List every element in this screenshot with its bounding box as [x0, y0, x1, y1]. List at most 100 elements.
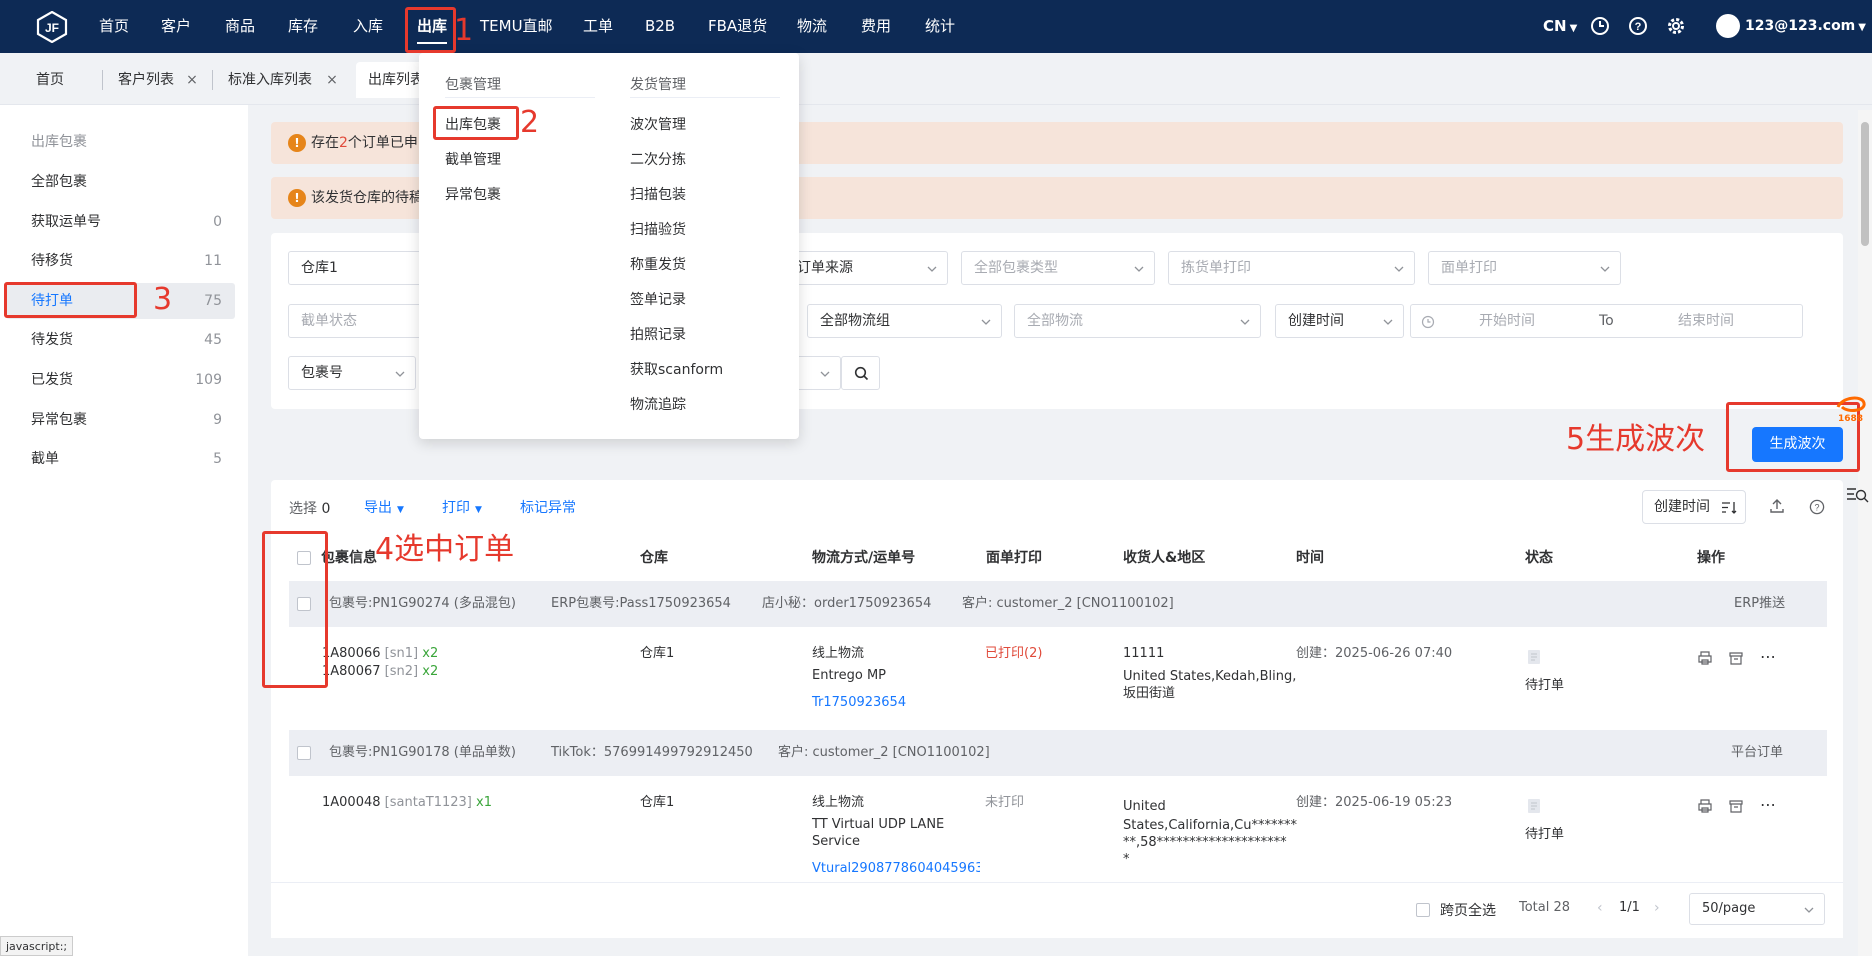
time-type-select[interactable]: 创建时间 [1275, 304, 1404, 338]
print-icon[interactable] [1697, 650, 1713, 666]
package-type-select[interactable]: 全部包裹类型 [961, 251, 1155, 285]
menu-item-sign-records[interactable]: 签单记录 [630, 290, 686, 310]
column-settings-icon[interactable] [1846, 486, 1870, 504]
menu-item-tracking[interactable]: 物流追踪 [630, 395, 686, 415]
tab-close-icon[interactable]: × [185, 73, 199, 87]
menu-item-intercept-management[interactable]: 截单管理 [445, 150, 501, 170]
sidebar-item-abnormal[interactable]: 异常包裹 [31, 405, 87, 435]
help-icon[interactable]: ? [1628, 16, 1648, 36]
receiver-name: 11111 [1123, 646, 1165, 661]
logistics-group-select[interactable]: 全部物流组 [807, 304, 1002, 338]
search-field-value: 包裹号 [301, 365, 343, 381]
sidebar-title: 出库包裹 [31, 134, 87, 150]
menu-item-scan-pack[interactable]: 扫描包装 [630, 185, 686, 205]
user-menu[interactable]: 123@123.com ▼ [1745, 0, 1866, 53]
order-source-value: 订单来源 [797, 260, 853, 276]
next-page-icon[interactable]: › [1654, 900, 1660, 916]
menu-item-secondary-sorting[interactable]: 二次分拣 [630, 150, 686, 170]
tab-home[interactable]: 首页 [24, 62, 102, 98]
alert-text-suffix: 个订单已申 [347, 135, 418, 151]
search-button[interactable] [841, 356, 880, 390]
nav-inventory[interactable]: 库存 [287, 0, 319, 53]
nav-fba-return[interactable]: FBA退货 [708, 0, 767, 53]
nav-product[interactable]: 商品 [224, 0, 256, 53]
selected-count: 选择 0 [289, 498, 330, 518]
jf-logo-icon[interactable]: JF [36, 11, 68, 43]
menu-item-scan-inspect[interactable]: 扫描验货 [630, 220, 686, 240]
sidebar-item-get-tracking[interactable]: 获取运单号 [31, 207, 101, 237]
shop-order-number: 店小秘：order1750923654 [762, 596, 932, 611]
header-time: 时间 [1296, 550, 1324, 566]
upload-icon[interactable] [1768, 497, 1786, 515]
sort-select[interactable]: 创建时间 [1642, 490, 1746, 524]
tracking-number-link[interactable]: Tr1750923654 [812, 694, 906, 712]
gear-icon[interactable] [1666, 16, 1686, 36]
warehouse-select-value: 仓库1 [301, 260, 338, 276]
menu-item-abnormal-package[interactable]: 异常包裹 [445, 185, 501, 205]
nav-temu[interactable]: TEMU直邮 [480, 0, 553, 53]
nav-statistics[interactable]: 统计 [924, 0, 956, 53]
warehouse-select[interactable]: 仓库1 [288, 251, 428, 285]
tab-outbound-list[interactable]: 出库列表 [356, 62, 426, 98]
nav-logistics[interactable]: 物流 [796, 0, 828, 53]
more-icon[interactable]: ⋯ [1760, 649, 1776, 666]
intercept-status-select[interactable]: 截单状态 [288, 304, 428, 338]
archive-icon[interactable] [1728, 650, 1744, 666]
cross-page-select-label[interactable]: 跨页全选 [1440, 900, 1496, 920]
sidebar-item-shipped[interactable]: 已发货 [31, 365, 73, 395]
pick-print-select[interactable]: 拣货单打印 [1168, 251, 1415, 285]
date-range-picker[interactable]: 开始时间 To 结束时间 [1410, 304, 1803, 338]
header-actions: 操作 [1697, 550, 1725, 566]
pick-print-placeholder: 拣货单打印 [1181, 260, 1251, 276]
annotation-box-pending-print [4, 282, 137, 318]
order-source-select[interactable]: 订单来源 [780, 251, 948, 285]
language-selector[interactable]: CN ▼ [1543, 0, 1577, 53]
sidebar-count: 11 [204, 253, 222, 269]
menu-item-weigh-ship[interactable]: 称重发货 [630, 255, 686, 275]
document-icon [1526, 649, 1542, 665]
search-icon [854, 366, 869, 381]
logistics-method: 线上物流 [812, 795, 865, 810]
search-field-select[interactable]: 包裹号 [288, 356, 416, 390]
mark-abnormal-button[interactable]: 标记异常 [520, 497, 576, 517]
end-time-placeholder[interactable]: 结束时间 [1678, 305, 1734, 337]
tracking-number-link[interactable]: Vtural290877860404596333 [812, 860, 980, 878]
nav-workorder[interactable]: 工单 [582, 0, 614, 53]
print-icon[interactable] [1697, 798, 1713, 814]
archive-icon[interactable] [1728, 798, 1744, 814]
prev-page-icon[interactable]: ‹ [1597, 900, 1603, 916]
sidebar-item-pending-move[interactable]: 待移货 [31, 246, 73, 276]
annotation-step-2: 2 [520, 105, 540, 140]
erp-package-number: ERP包裹号:Pass1750923654 [551, 596, 731, 611]
logistics-placeholder: 全部物流 [1027, 313, 1083, 329]
page-scrollbar-thumb[interactable] [1861, 122, 1869, 246]
nav-home[interactable]: 首页 [94, 0, 134, 53]
tab-divider [212, 70, 213, 90]
menu-item-wave-management[interactable]: 波次管理 [630, 115, 686, 135]
sidebar-item-pending-ship[interactable]: 待发货 [31, 325, 73, 355]
avatar[interactable] [1716, 14, 1740, 38]
menu-item-photo-records[interactable]: 拍照记录 [630, 325, 686, 345]
caret-down-icon: ▼ [397, 505, 404, 515]
start-time-placeholder[interactable]: 开始时间 [1479, 305, 1535, 337]
help-icon[interactable]: ? [1809, 499, 1825, 515]
nav-b2b[interactable]: B2B [644, 0, 676, 53]
nav-customer[interactable]: 客户 [160, 0, 192, 53]
nav-fees[interactable]: 费用 [860, 0, 892, 53]
sidebar-item-all[interactable]: 全部包裹 [31, 167, 87, 197]
cross-page-select-checkbox[interactable] [1416, 903, 1430, 917]
logistics-select[interactable]: 全部物流 [1014, 304, 1261, 338]
label-print-select[interactable]: 面单打印 [1428, 251, 1621, 285]
platform-order-number: TikTok：576991499792912450 [551, 745, 753, 760]
tab-close-icon[interactable]: × [325, 73, 339, 87]
menu-item-get-scanform[interactable]: 获取scanform [630, 360, 723, 380]
page-size-select[interactable]: 50/page [1689, 893, 1825, 925]
package-checkbox[interactable] [297, 746, 311, 760]
nav-inbound[interactable]: 入库 [352, 0, 384, 53]
sidebar-item-intercept[interactable]: 截单 [31, 444, 59, 474]
carrier-name: Entrego MP [812, 668, 887, 683]
more-icon[interactable]: ⋯ [1760, 797, 1776, 814]
print-dropdown[interactable]: 打印 ▼ [442, 497, 482, 517]
export-dropdown[interactable]: 导出 ▼ [364, 497, 404, 517]
clock-icon[interactable] [1590, 16, 1610, 36]
